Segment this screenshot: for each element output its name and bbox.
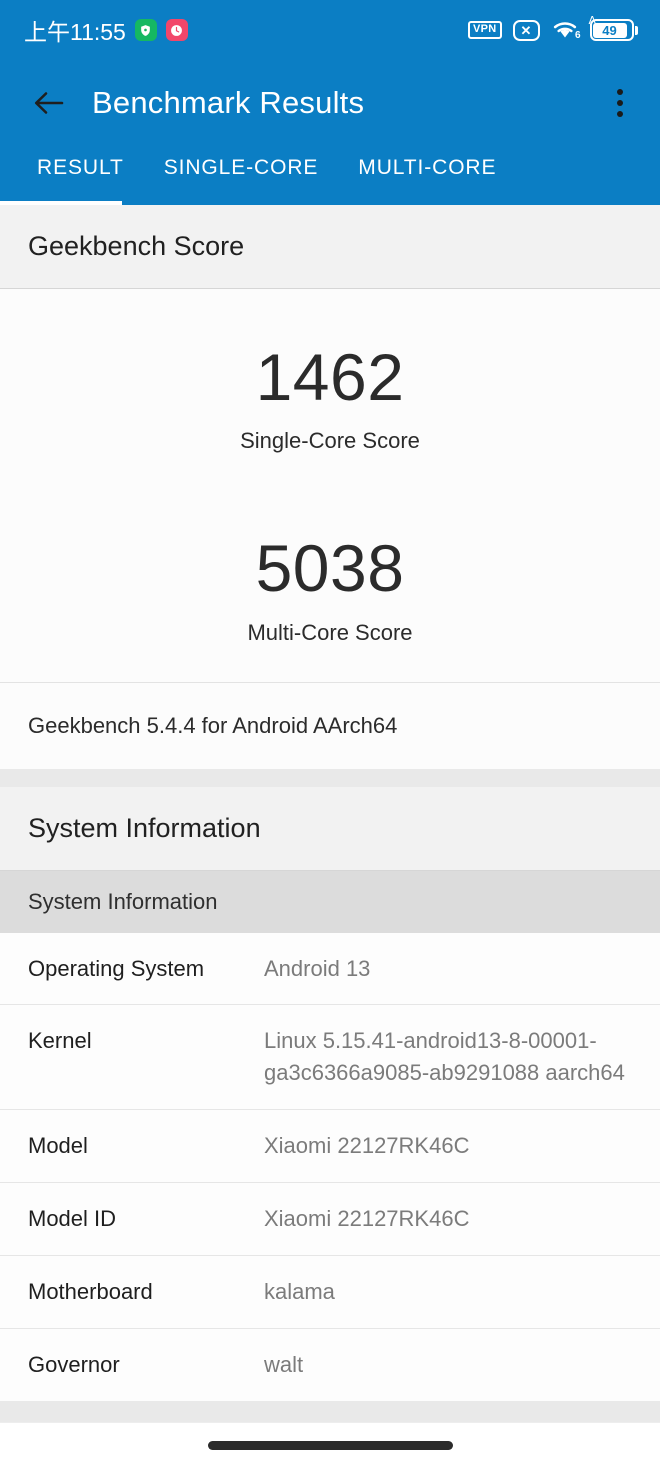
geekbench-score-header-label: Geekbench Score	[28, 231, 245, 261]
home-gesture-pill[interactable]	[207, 1440, 453, 1450]
status-bar-left: 上午11:55	[24, 13, 188, 47]
row-key: Model	[28, 1133, 88, 1159]
table-row: Model Xiaomi 22127RK46C	[0, 1110, 660, 1184]
system-information-table: Operating System Android 13 Kernel Linux…	[0, 932, 660, 1401]
phone-screen: 上午11:55 VPN ✕ 6 ᐱ 49 Benchmark Results R…	[0, 0, 660, 1467]
shield-app-icon	[134, 19, 157, 41]
vpn-icon: VPN	[467, 21, 502, 39]
content-scroll-area[interactable]: Geekbench Score 1462 Single-Core Score 5…	[0, 205, 660, 1467]
status-bar-clock: 上午11:55	[24, 19, 126, 45]
system-information-card: System Information System Information Op…	[0, 786, 660, 1401]
status-bar: 上午11:55 VPN ✕ 6 ᐱ 49	[0, 0, 660, 60]
status-bar-right: VPN ✕ 6 ᐱ 49	[467, 15, 638, 41]
row-value: Linux 5.15.41-android13-8-00001-ga3c6366…	[264, 1028, 625, 1086]
wifi-icon: 6	[551, 19, 581, 41]
table-row: Motherboard kalama	[0, 1256, 660, 1329]
row-value: walt	[264, 1351, 304, 1377]
tab-bar: RESULT SINGLE-CORE MULTI-CORE	[0, 145, 660, 205]
system-information-subheader: System Information	[0, 870, 660, 933]
row-value: Android 13	[264, 955, 371, 981]
geekbench-version-row: Geekbench 5.4.4 for Android AArch64	[0, 682, 660, 769]
table-row: Kernel Linux 5.15.41-android13-8-00001-g…	[0, 1005, 660, 1111]
single-core-score-block: 1462 Single-Core Score	[0, 325, 660, 460]
score-values-area: 1462 Single-Core Score 5038 Multi-Core S…	[0, 289, 660, 683]
tab-single-core[interactable]: SINGLE-CORE	[144, 145, 339, 180]
page-title: Benchmark Results	[92, 84, 365, 120]
battery-icon: ᐱ 49	[589, 15, 638, 41]
system-information-header: System Information	[0, 786, 660, 871]
multi-core-score-block: 5038 Multi-Core Score	[0, 516, 660, 651]
row-key: Model ID	[28, 1206, 117, 1232]
system-information-header-label: System Information	[28, 812, 261, 843]
multi-core-score-value: 5038	[255, 531, 405, 606]
row-key: Operating System	[28, 955, 205, 981]
wifi-generation-label: 6	[574, 30, 581, 41]
table-row: Model ID Xiaomi 22127RK46C	[0, 1183, 660, 1257]
row-key: Kernel	[28, 1028, 92, 1054]
more-vertical-icon[interactable]	[600, 80, 640, 126]
geekbench-score-header: Geekbench Score	[0, 205, 660, 289]
app-bar-top: Benchmark Results	[0, 60, 660, 145]
row-key: Governor	[28, 1351, 120, 1377]
single-core-score-label: Single-Core Score	[240, 428, 420, 454]
app-bar: Benchmark Results RESULT SINGLE-CORE MUL…	[0, 60, 660, 205]
battery-percent-label: 49	[602, 22, 617, 38]
geekbench-version-label: Geekbench 5.4.4 for Android AArch64	[28, 712, 398, 738]
section-gap	[0, 768, 660, 787]
table-row: Operating System Android 13	[0, 933, 660, 1006]
active-tab-indicator	[0, 201, 122, 205]
multi-core-score-label: Multi-Core Score	[247, 619, 413, 645]
row-value: Xiaomi 22127RK46C	[264, 1206, 470, 1232]
row-key: Motherboard	[28, 1279, 153, 1305]
navigation-bar	[0, 1422, 660, 1467]
clock-app-icon	[165, 19, 188, 41]
tab-result[interactable]: RESULT	[17, 145, 144, 180]
row-value: Xiaomi 22127RK46C	[264, 1133, 470, 1159]
back-arrow-icon[interactable]	[28, 82, 70, 124]
geekbench-score-card: Geekbench Score 1462 Single-Core Score 5…	[0, 205, 660, 769]
tab-multi-core[interactable]: MULTI-CORE	[338, 145, 516, 180]
single-core-score-value: 1462	[255, 340, 405, 414]
system-information-subheader-label: System Information	[28, 888, 218, 914]
mute-icon: ✕	[512, 19, 540, 41]
row-value: kalama	[264, 1279, 335, 1305]
table-row: Governor walt	[0, 1329, 660, 1401]
